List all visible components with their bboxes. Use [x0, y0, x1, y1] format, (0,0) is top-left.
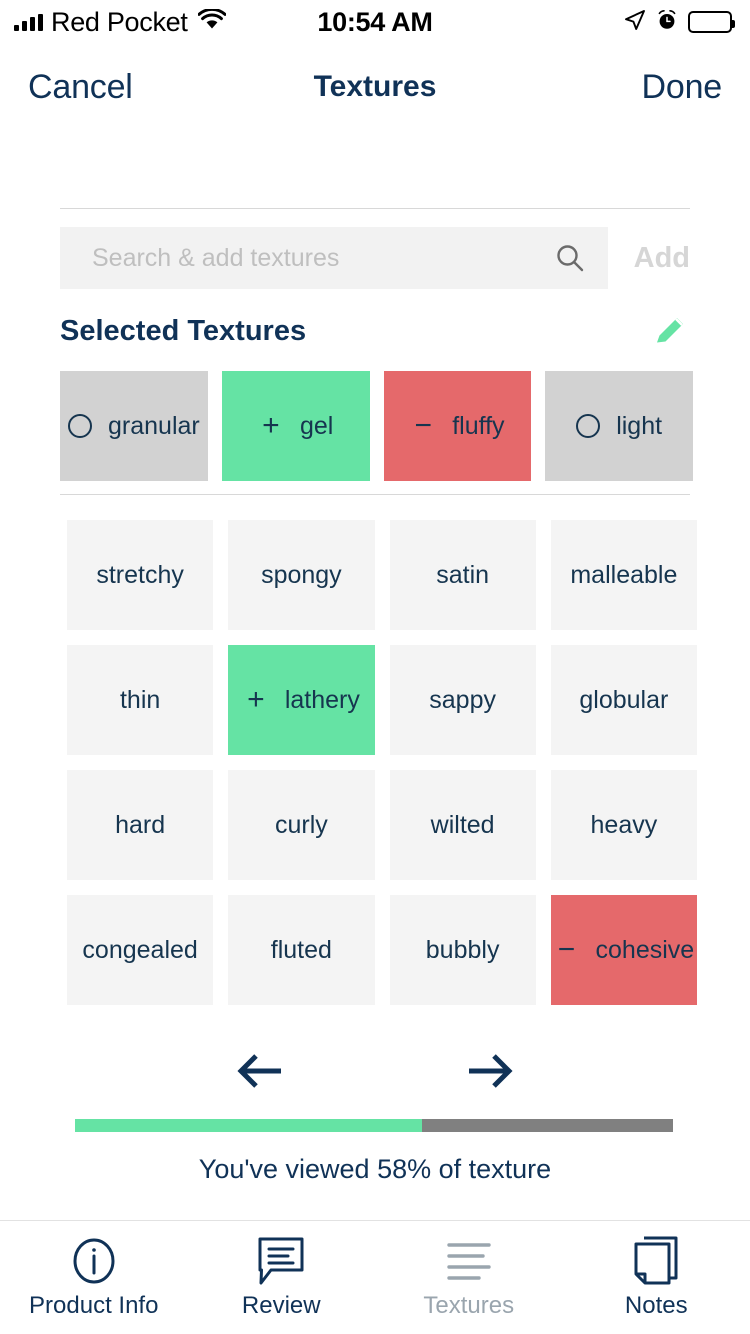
app-screen: Red Pocket 10:54 AM Cancel Textures Done…: [0, 0, 750, 1334]
texture-tile[interactable]: fluted: [228, 895, 375, 1005]
texture-tile[interactable]: globular: [550, 645, 697, 755]
info-circle-icon: [68, 1238, 120, 1284]
speech-bubble-icon: [257, 1237, 305, 1285]
texture-tile-label: bubbly: [425, 935, 500, 964]
texture-tile[interactable]: − cohesive: [550, 895, 697, 1005]
texture-tile[interactable]: sappy: [389, 645, 536, 755]
state-plus-icon: +: [247, 683, 265, 716]
texture-tile[interactable]: curly: [228, 770, 375, 880]
done-button[interactable]: Done: [642, 68, 723, 107]
texture-tile[interactable]: spongy: [228, 520, 375, 630]
texture-tile[interactable]: bubbly: [389, 895, 536, 1005]
selected-texture-label: fluffy: [452, 411, 505, 440]
alarm-clock-icon: [656, 9, 678, 36]
texture-tile-label: curly: [274, 810, 328, 839]
texture-tile-label: lathery: [284, 685, 360, 714]
battery-full-icon: [688, 11, 735, 33]
notes-pages-icon: [631, 1236, 681, 1285]
texture-tile-label: stretchy: [96, 560, 184, 589]
location-arrow-icon: [624, 9, 646, 36]
texture-tile-label: heavy: [590, 810, 658, 839]
texture-tile-label: sappy: [429, 685, 496, 714]
cancel-button[interactable]: Cancel: [28, 68, 133, 107]
state-minus-icon: −: [414, 409, 432, 442]
progress-label: You've viewed 58% of texture: [198, 1154, 552, 1184]
texture-tile[interactable]: malleable: [550, 520, 697, 630]
tab-label: Product Info: [29, 1292, 159, 1319]
tab-product-info[interactable]: Product Info: [0, 1238, 188, 1318]
texture-tile-label: congealed: [82, 935, 198, 964]
texture-tile-label: cohesive: [595, 935, 695, 964]
divider-middle: [60, 494, 690, 495]
tab-review[interactable]: Review: [188, 1237, 376, 1319]
texture-tile-label: malleable: [570, 560, 678, 589]
texture-tile[interactable]: congealed: [67, 895, 214, 1005]
texture-tile[interactable]: stretchy: [67, 520, 214, 630]
texture-tile-label: globular: [579, 685, 669, 714]
selected-textures-header: Selected Textures: [60, 311, 690, 351]
status-bar: Red Pocket 10:54 AM: [0, 0, 750, 44]
state-circle-icon: [68, 414, 92, 438]
state-plus-icon: +: [262, 409, 280, 442]
texture-tile[interactable]: satin: [389, 520, 536, 630]
texture-tile[interactable]: heavy: [550, 770, 697, 880]
state-circle-icon: [576, 414, 601, 438]
texture-tile[interactable]: wilted: [389, 770, 536, 880]
texture-grid: stretchy spongy satin malleable thin + lathery…: [67, 520, 697, 1005]
state-minus-icon: −: [557, 933, 576, 966]
selected-texture-tile[interactable]: granular: [60, 371, 208, 481]
add-button[interactable]: Add: [608, 242, 690, 275]
tab-notes[interactable]: Notes: [563, 1236, 750, 1319]
texture-tile-label: fluted: [270, 935, 332, 964]
tab-label: Textures: [423, 1292, 515, 1319]
texture-tile-label: thin: [119, 685, 161, 714]
arrow-left-icon[interactable]: [231, 1045, 289, 1097]
section-title: Selected Textures: [60, 314, 307, 347]
selected-texture-tile[interactable]: light: [545, 371, 693, 481]
texture-tile-label: satin: [436, 560, 490, 589]
pager-controls: [0, 1045, 750, 1097]
search-field[interactable]: [60, 227, 608, 289]
selected-texture-label: granular: [108, 411, 200, 440]
texture-tile-label: hard: [115, 810, 166, 839]
tab-label: Notes: [624, 1292, 688, 1319]
texture-tile[interactable]: thin: [67, 645, 214, 755]
search-row: Add: [60, 227, 690, 289]
search-icon[interactable]: [554, 242, 586, 274]
lines-icon: [443, 1238, 495, 1284]
selected-texture-label: gel: [299, 411, 334, 440]
divider-top: [60, 208, 690, 209]
search-input[interactable]: [92, 243, 554, 273]
pencil-edit-icon[interactable]: [650, 311, 690, 351]
progress-bar-fill: [75, 1119, 422, 1132]
texture-tile-label: spongy: [261, 560, 342, 589]
navigation-bar: Cancel Textures Done: [0, 44, 750, 130]
status-bar-left: Red Pocket: [14, 6, 227, 38]
selected-textures-row: granular + gel − fluffy light: [60, 371, 693, 481]
selected-texture-label: light: [616, 411, 663, 440]
carrier-name: Red Pocket: [51, 6, 188, 37]
status-bar-right: [624, 9, 735, 36]
tab-bar: Product Info Review Textures Notes: [0, 1220, 750, 1334]
selected-texture-tile[interactable]: + gel: [221, 371, 370, 481]
progress-bar: [75, 1119, 673, 1132]
selected-texture-tile[interactable]: − fluffy: [383, 371, 532, 481]
cellular-bars-icon: [14, 13, 43, 31]
wifi-icon: [197, 7, 227, 35]
texture-tile[interactable]: hard: [67, 770, 214, 880]
tab-textures[interactable]: Textures: [375, 1238, 563, 1318]
texture-tile-label: wilted: [430, 810, 495, 839]
main-content: Add Selected Textures granular+gel−fluff…: [0, 130, 750, 1220]
texture-tile[interactable]: + lathery: [228, 645, 375, 755]
tab-label: Review: [241, 1292, 321, 1319]
arrow-right-icon[interactable]: [461, 1045, 519, 1097]
